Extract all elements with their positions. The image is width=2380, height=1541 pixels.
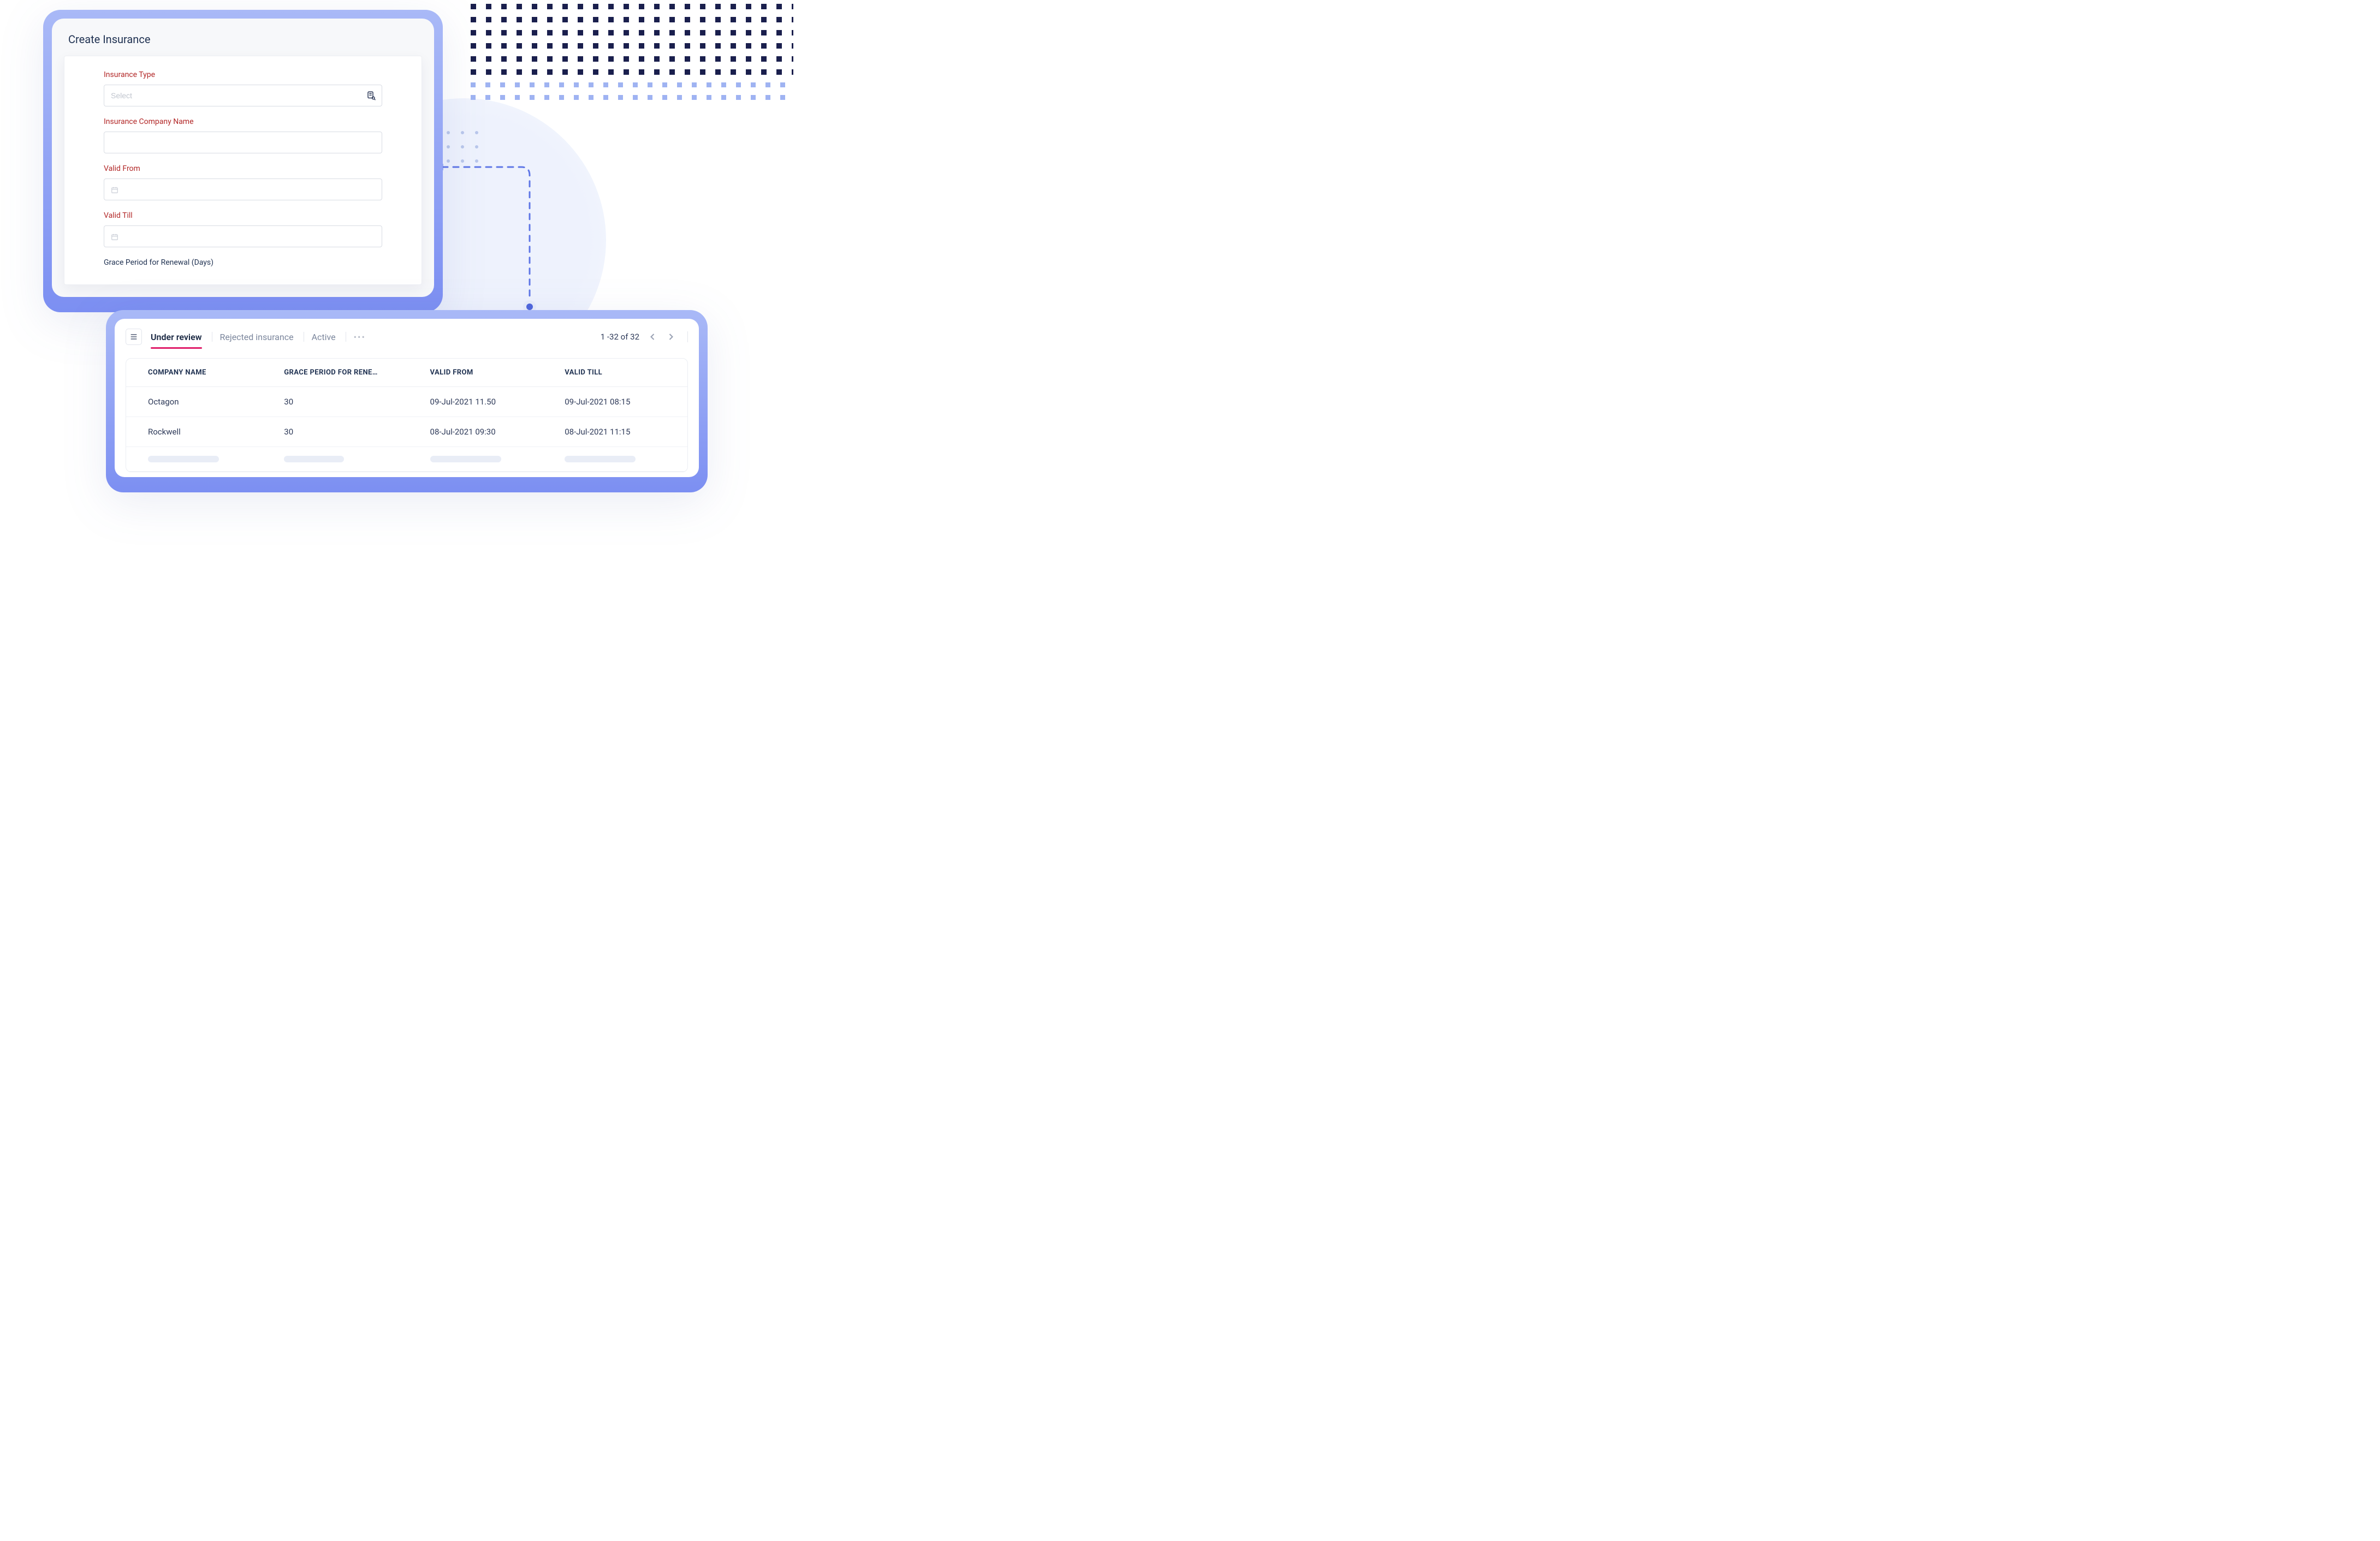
tab-active[interactable]: Active	[312, 330, 336, 344]
input-valid-till[interactable]	[123, 232, 375, 241]
tab-under-review[interactable]: Under review	[151, 330, 202, 344]
th-valid-from[interactable]: VALID FROM	[418, 359, 553, 387]
tabs: Under review Rejected insurance Active •…	[151, 330, 366, 344]
menu-button[interactable]	[126, 329, 142, 345]
input-wrap-valid-till[interactable]	[104, 225, 382, 247]
cell-valid-from: 09-Jul-2021 11.50	[418, 387, 553, 417]
cell-valid-from: 08-Jul-2021 09:30	[418, 417, 553, 447]
insurance-list-panel: Under review Rejected insurance Active •…	[115, 319, 699, 477]
field-insurance-type: Insurance Type	[104, 70, 382, 106]
th-company-name[interactable]: COMPANY NAME	[126, 359, 272, 387]
insurance-table: COMPANY NAME GRACE PERIOD FOR RENE… VALI…	[126, 359, 687, 472]
table-row-skeleton	[126, 447, 687, 472]
calendar-icon	[111, 233, 118, 240]
pager-text: 1 -32 of 32	[601, 332, 639, 342]
cell-company: Rockwell	[126, 417, 272, 447]
th-valid-till[interactable]: VALID TILL	[553, 359, 687, 387]
input-wrap-valid-from[interactable]	[104, 179, 382, 200]
table-wrap: COMPANY NAME GRACE PERIOD FOR RENE… VALI…	[126, 358, 688, 472]
cell-company: Octagon	[126, 387, 272, 417]
background-dot-grid-small	[447, 131, 488, 172]
chevron-right-icon	[666, 331, 676, 342]
select-insurance-type[interactable]	[104, 85, 382, 106]
field-company-name: Insurance Company Name	[104, 117, 382, 153]
label-company-name: Insurance Company Name	[104, 117, 382, 126]
skeleton-bar	[565, 456, 636, 462]
skeleton-bar	[430, 456, 501, 462]
menu-icon	[129, 332, 138, 341]
input-company-name[interactable]	[111, 138, 375, 147]
tab-rejected[interactable]: Rejected insurance	[220, 330, 294, 344]
cell-valid-till: 08-Jul-2021 11:15	[553, 417, 687, 447]
cell-valid-till: 09-Jul-2021 08:15	[553, 387, 687, 417]
field-grace-period: Grace Period for Renewal (Days)	[104, 258, 382, 267]
panel-title: Create Insurance	[52, 19, 434, 56]
skeleton-bar	[148, 456, 219, 462]
pager-separator	[687, 331, 688, 342]
calendar-icon	[111, 186, 118, 193]
skeleton-bar	[284, 456, 344, 462]
pager: 1 -32 of 32	[601, 331, 688, 342]
input-wrap-company-name[interactable]	[104, 132, 382, 153]
label-valid-from: Valid From	[104, 164, 382, 173]
input-valid-from[interactable]	[123, 185, 375, 194]
pager-next-button[interactable]	[666, 331, 676, 342]
cell-grace: 30	[272, 387, 418, 417]
pager-prev-button[interactable]	[647, 331, 658, 342]
cell-grace: 30	[272, 417, 418, 447]
create-insurance-panel: Create Insurance Insurance Type	[52, 19, 434, 297]
label-insurance-type: Insurance Type	[104, 70, 382, 79]
table-header-row: COMPANY NAME GRACE PERIOD FOR RENE… VALI…	[126, 359, 687, 387]
table-row[interactable]: Octagon 30 09-Jul-2021 11.50 09-Jul-2021…	[126, 387, 687, 417]
table-row[interactable]: Rockwell 30 08-Jul-2021 09:30 08-Jul-202…	[126, 417, 687, 447]
field-valid-till: Valid Till	[104, 211, 382, 247]
list-search-icon	[366, 91, 376, 100]
th-grace-period[interactable]: GRACE PERIOD FOR RENE…	[272, 359, 418, 387]
background-dot-grid	[466, 0, 793, 120]
field-valid-from: Valid From	[104, 164, 382, 200]
tabs-bar: Under review Rejected insurance Active •…	[115, 319, 699, 348]
chevron-left-icon	[647, 331, 658, 342]
label-grace-period: Grace Period for Renewal (Days)	[104, 258, 382, 267]
label-valid-till: Valid Till	[104, 211, 382, 220]
input-insurance-type[interactable]	[111, 91, 375, 100]
more-tabs-button[interactable]: •••	[354, 332, 366, 342]
form-body: Insurance Type Insurance	[64, 56, 422, 285]
